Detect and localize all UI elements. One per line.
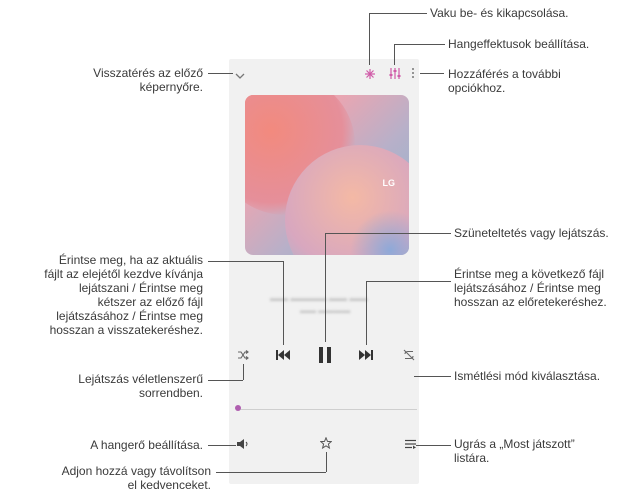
- shuffle-button[interactable]: [237, 350, 249, 362]
- flash-button[interactable]: [364, 68, 376, 82]
- more-options-button[interactable]: [411, 67, 415, 81]
- volume-icon: [237, 439, 248, 449]
- chevron-down-icon: [235, 73, 245, 79]
- next-icon: [359, 350, 373, 360]
- label-flash: Vaku be- és kikapcsolása.: [430, 6, 569, 20]
- label-volume: A hangerő beállítása.: [90, 438, 203, 452]
- album-logo: LG: [382, 178, 396, 188]
- shuffle-icon: [238, 350, 249, 360]
- label-repeat: Ismétlési mód kiválasztása.: [454, 369, 601, 383]
- previous-button[interactable]: [275, 349, 291, 363]
- album-art: LG: [245, 95, 409, 255]
- label-favorites: Adjon hozzá vagy távolítson el kedvenceke…: [61, 464, 211, 492]
- next-button[interactable]: [358, 349, 374, 363]
- volume-button[interactable]: [236, 439, 249, 451]
- label-pause-play: Szüneteltetés vagy lejátszás.: [454, 226, 609, 240]
- pause-play-button[interactable]: [318, 346, 332, 366]
- favorite-button[interactable]: [319, 436, 333, 451]
- repeat-button[interactable]: [403, 349, 415, 363]
- star-icon: [319, 436, 333, 450]
- pause-icon: [319, 347, 331, 363]
- sound-effects-button[interactable]: [389, 67, 401, 82]
- playlist-icon: [405, 439, 416, 449]
- equalizer-icon: [389, 68, 401, 79]
- label-previous: Érintse meg, ha az aktuális fájlt az elej…: [44, 253, 203, 337]
- progress-knob[interactable]: [235, 405, 241, 411]
- repeat-off-icon: [403, 349, 415, 361]
- previous-icon: [276, 350, 290, 360]
- label-back: Visszatérés az előző képernyőre.: [93, 66, 203, 94]
- label-now-playing: Ugrás a „Most játszott” listára.: [454, 437, 575, 465]
- more-icon: [412, 68, 414, 78]
- label-shuffle: Lejátszás véletlenszerű sorrendben.: [78, 372, 203, 400]
- label-sound-effects: Hangeffektusok beállítása.: [448, 37, 590, 51]
- progress-bar[interactable]: [237, 409, 417, 410]
- back-button[interactable]: [235, 70, 245, 82]
- label-more-options: Hozzáférés a további opciókhoz.: [448, 67, 561, 95]
- track-title: ▬▬ ▬▬▬▬ ▬▬ ▬▬: [270, 293, 368, 303]
- label-next: Érintse meg a következő fájl lejátszásáho…: [454, 267, 607, 309]
- flash-icon: [365, 69, 375, 79]
